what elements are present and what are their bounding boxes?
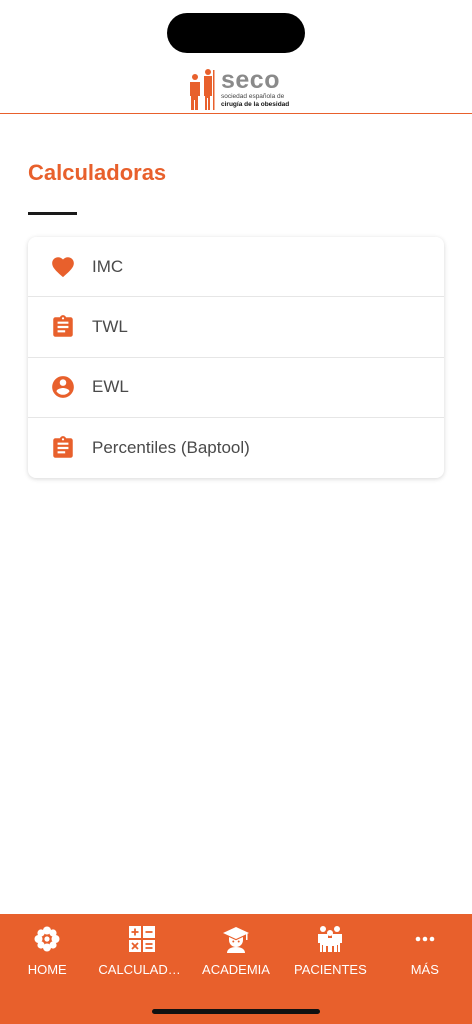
list-item-label: IMC [92, 256, 124, 276]
title-underline [28, 212, 77, 215]
home-indicator[interactable] [152, 1009, 320, 1014]
list-item-twl[interactable]: TWL [28, 297, 444, 358]
logo-wordmark: seco [221, 66, 280, 94]
dynamic-island [167, 13, 305, 53]
bottom-tab-bar: HOME CALCULADORAS [0, 914, 472, 1024]
calculator-list: IMC TWL EWL Percentiles (Baptool) [28, 237, 444, 478]
heart-icon [52, 256, 74, 277]
logo-figures-icon [190, 69, 215, 110]
tab-label: HOME [27, 962, 67, 977]
clipboard-icon [53, 314, 73, 337]
tab-label: ACADEMIA [202, 962, 270, 977]
graduate-icon [222, 927, 249, 953]
list-item-ewl[interactable]: EWL [28, 358, 444, 418]
tab-label: PACIENTES [294, 962, 367, 977]
tab-label: MÁS [410, 962, 439, 977]
more-icon [415, 936, 435, 942]
tab-mas[interactable]: MÁS [378, 924, 472, 984]
list-item-percentiles[interactable]: Percentiles (Baptool) [28, 418, 444, 478]
app-header: seco sociedad española de cirugía de la … [0, 60, 472, 114]
list-item-label: Percentiles (Baptool) [92, 437, 250, 457]
calculator-icon [128, 926, 155, 952]
logo-subtitle-1: sociedad española de [221, 93, 285, 100]
tab-pacientes[interactable]: PACIENTES [283, 924, 377, 984]
tab-calculadoras[interactable]: CALCULADORAS [94, 924, 189, 984]
seco-logo[interactable]: seco sociedad española de cirugía de la … [186, 66, 290, 112]
list-item-label: TWL [92, 316, 128, 336]
user-circle-icon [52, 376, 74, 398]
tab-home[interactable]: HOME [0, 924, 94, 984]
people-icon [318, 926, 343, 952]
flower-icon [34, 926, 60, 952]
tab-label: CALCULADORAS [98, 962, 188, 977]
logo-subtitle-2: cirugía de la obesidad [221, 101, 290, 108]
tab-academia[interactable]: ACADEMIA [189, 924, 283, 984]
list-item-imc[interactable]: IMC [28, 237, 444, 298]
clipboard-icon [53, 435, 73, 458]
list-item-label: EWL [92, 377, 129, 397]
page-title: Calculadoras [28, 160, 167, 185]
